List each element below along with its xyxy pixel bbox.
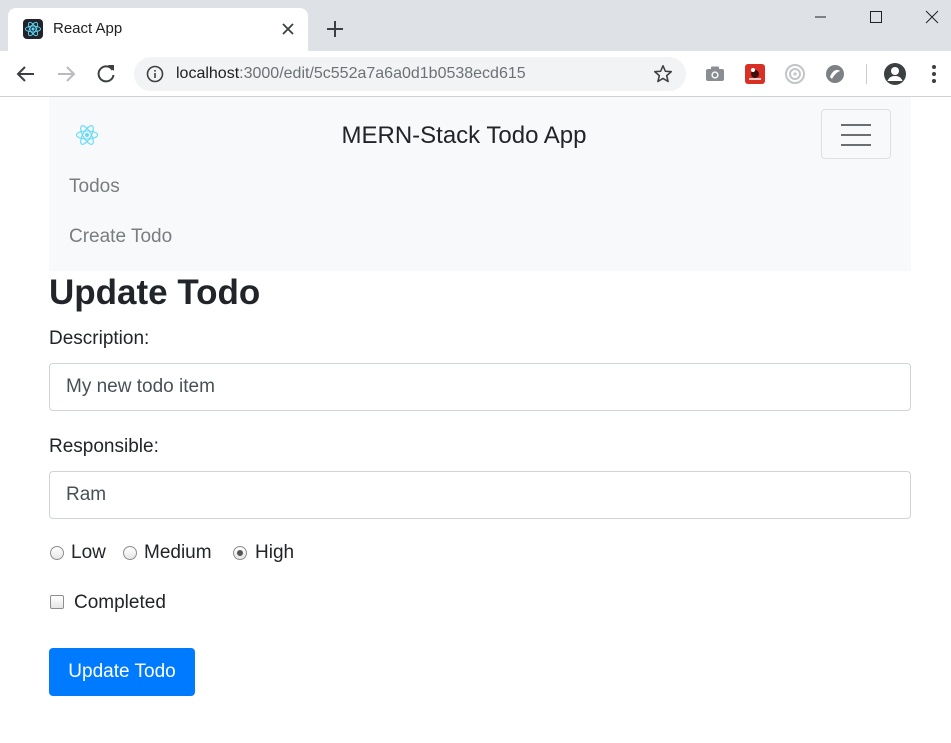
completed-checkbox[interactable] [50, 595, 64, 609]
navbar-toggler-button[interactable] [821, 109, 891, 159]
priority-high-radio[interactable] [233, 546, 247, 560]
navbar-brand[interactable]: MERN-Stack Todo App [49, 122, 879, 150]
extension-icon[interactable] [744, 63, 766, 85]
page-container: MERN-Stack Todo App Todos Create Todo Up… [49, 97, 911, 696]
hamburger-icon [841, 134, 871, 136]
nav-link-create-todo[interactable]: Create Todo [69, 226, 172, 248]
extension-icon[interactable] [824, 63, 846, 85]
url-text: localhost:3000/edit/5c552a7a6a0d1b0538ec… [176, 65, 526, 83]
browser-tab-strip: React App [0, 0, 951, 51]
priority-high-label[interactable]: High [255, 542, 294, 564]
extension-icon[interactable] [784, 63, 806, 85]
url-path: :3000/edit/5c552a7a6a0d1b0538ecd615 [239, 65, 526, 82]
star-icon[interactable] [652, 63, 674, 85]
priority-medium-radio[interactable] [123, 546, 137, 560]
navbar: MERN-Stack Todo App Todos Create Todo [49, 97, 911, 271]
url-host: localhost [176, 65, 240, 82]
minimize-icon[interactable] [808, 6, 832, 28]
responsible-input[interactable] [49, 471, 911, 519]
window-close-icon[interactable] [920, 6, 944, 28]
description-input[interactable] [49, 363, 911, 411]
camera-icon[interactable] [704, 63, 726, 85]
nav-link-todos[interactable]: Todos [69, 176, 120, 198]
back-arrow-icon[interactable] [14, 62, 38, 86]
profile-icon[interactable] [883, 62, 907, 86]
maximize-icon[interactable] [864, 6, 888, 28]
tab-title: React App [53, 20, 123, 37]
priority-low-radio[interactable] [50, 546, 64, 560]
address-bar[interactable]: localhost:3000/edit/5c552a7a6a0d1b0538ec… [134, 57, 686, 91]
priority-low-label[interactable]: Low [71, 542, 106, 564]
browser-tab[interactable]: React App [8, 8, 308, 51]
completed-label[interactable]: Completed [74, 592, 166, 614]
browser-toolbar: localhost:3000/edit/5c552a7a6a0d1b0538ec… [0, 51, 951, 97]
more-vert-icon[interactable] [924, 62, 944, 86]
responsible-label: Responsible: [49, 436, 159, 457]
hamburger-icon [841, 144, 871, 146]
reload-icon[interactable] [94, 62, 118, 86]
close-icon[interactable] [278, 19, 298, 39]
page-title: Update Todo [49, 273, 261, 312]
toolbar-divider [866, 64, 867, 84]
forward-arrow-icon[interactable] [54, 62, 78, 86]
plus-icon[interactable] [324, 18, 346, 40]
react-favicon-icon [23, 19, 43, 39]
update-todo-button[interactable]: Update Todo [49, 648, 195, 696]
hamburger-icon [841, 124, 871, 126]
description-label: Description: [49, 328, 150, 349]
info-icon[interactable] [146, 65, 164, 83]
priority-medium-label[interactable]: Medium [144, 542, 212, 564]
